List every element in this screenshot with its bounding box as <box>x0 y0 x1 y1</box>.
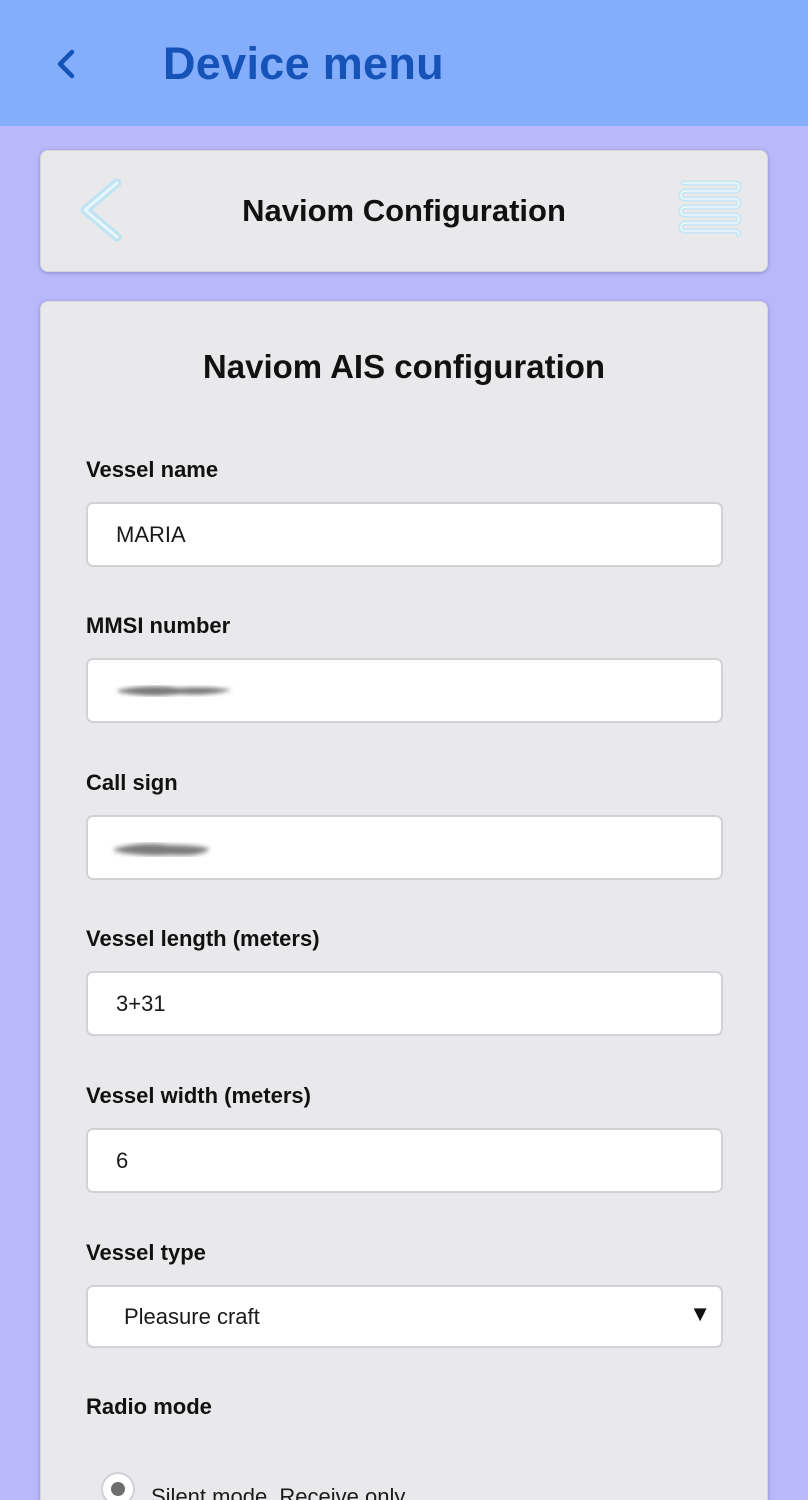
vessel-type-select[interactable]: Pleasure craft ▼ <box>86 1285 723 1348</box>
vessel-type-label: Vessel type <box>86 1240 206 1265</box>
call-sign-label: Call sign <box>86 770 178 795</box>
vessel-length-input[interactable] <box>86 971 723 1036</box>
radio-mode-label: Radio mode <box>86 1394 212 1419</box>
vessel-width-label: Vessel width (meters) <box>86 1083 311 1108</box>
chevron-left-icon <box>57 49 75 79</box>
vessel-name-input[interactable] <box>86 502 723 567</box>
dropdown-arrow-icon: ▼ <box>689 1301 711 1326</box>
mmsi-input[interactable] <box>86 658 723 723</box>
mmsi-label: MMSI number <box>86 613 231 638</box>
redacted-value <box>114 843 210 856</box>
hamburger-menu-icon <box>678 180 742 238</box>
vessel-type-value: Pleasure craft <box>124 1304 260 1329</box>
radio-option-silent-mode[interactable]: Silent mode. Receive only <box>101 1472 601 1500</box>
radio-button[interactable] <box>101 1472 135 1500</box>
page-title: Device menu <box>163 38 444 89</box>
menu-button[interactable] <box>677 177 743 241</box>
back-button[interactable] <box>46 44 86 84</box>
redacted-value <box>118 686 232 696</box>
config-title: Naviom Configuration <box>242 193 566 228</box>
vessel-length-label: Vessel length (meters) <box>86 926 320 951</box>
vessel-width-input[interactable] <box>86 1128 723 1193</box>
vessel-name-label: Vessel name <box>86 457 219 482</box>
app-bar: Device menu <box>0 0 808 126</box>
config-header-card: Naviom Configuration <box>40 150 768 272</box>
call-sign-input[interactable] <box>86 815 723 880</box>
ais-config-form: Naviom AIS configuration Vessel name MMS… <box>40 301 768 1500</box>
radio-option-label: Silent mode. Receive only <box>151 1484 406 1500</box>
form-title: Naviom AIS configuration <box>202 348 606 385</box>
